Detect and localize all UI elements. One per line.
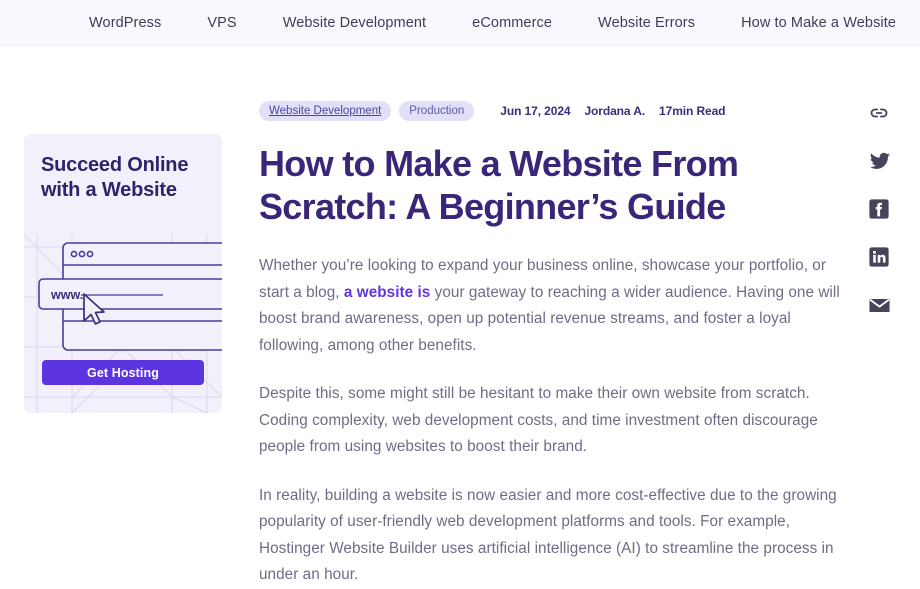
page-title: How to Make a Website From Scratch: A Be… (259, 143, 739, 227)
top-navigation-bar: WordPress VPS Website Development eComme… (0, 0, 920, 46)
linkedin-icon[interactable] (866, 244, 892, 270)
nav-link-wordpress[interactable]: WordPress (89, 15, 161, 31)
nav-link-how-to-make-a-website[interactable]: How to Make a Website (741, 15, 896, 31)
article-meta-row: Website Development Production Jun 17, 2… (259, 100, 859, 121)
tag-website-development[interactable]: Website Development (259, 100, 392, 121)
email-icon[interactable] (866, 292, 892, 318)
sidebar-promo-card[interactable]: Succeed Online with a Website www. Get H… (24, 134, 222, 413)
nav-link-website-errors[interactable]: Website Errors (598, 15, 695, 31)
article-container: Website Development Production Jun 17, 2… (259, 100, 859, 589)
author-name[interactable]: Jordana A. (584, 104, 645, 118)
article-paragraph-1: Whether you’re looking to expand your bu… (259, 253, 859, 359)
twitter-icon[interactable] (866, 148, 892, 174)
link-icon[interactable] (866, 100, 892, 126)
nav-link-ecommerce[interactable]: eCommerce (472, 15, 552, 31)
get-hosting-button[interactable]: Get Hosting (42, 360, 204, 385)
nav-link-website-development[interactable]: Website Development (283, 15, 426, 31)
article-paragraph-2: Despite this, some might still be hesita… (259, 385, 818, 455)
url-text: www. (50, 288, 83, 302)
inline-link-a-website-is[interactable]: a website is (344, 284, 430, 301)
browser-mockup-illustration: www. (38, 242, 222, 351)
article-paragraph-3: In reality, building a website is now ea… (259, 486, 837, 584)
nav-links-container: WordPress VPS Website Development eComme… (0, 15, 896, 31)
tag-production[interactable]: Production (399, 100, 475, 121)
publish-date: Jun 17, 2024 (500, 103, 571, 118)
promo-title: Succeed Online with a Website (41, 154, 189, 201)
facebook-icon[interactable] (866, 196, 892, 222)
social-share-rail (866, 100, 892, 318)
read-time: 17min Read (659, 103, 726, 118)
nav-link-vps[interactable]: VPS (207, 15, 236, 31)
